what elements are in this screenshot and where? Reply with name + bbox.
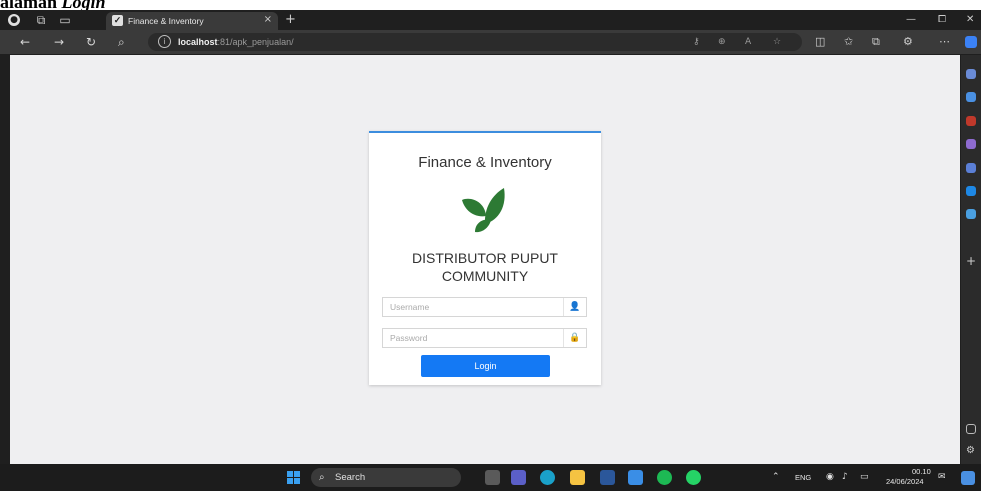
split-screen-icon[interactable]: ◫	[815, 35, 825, 49]
clock-date[interactable]: 24/06/2024	[886, 477, 924, 487]
app-title: Finance & Inventory	[418, 154, 552, 171]
sidebar-settings-icon[interactable]: ⚙	[966, 446, 976, 456]
windows-start-icon[interactable]	[287, 471, 300, 484]
browser-toolbar: ← → ↻ ⌕ i localhost:81/apk_penjualan/ ⚷ …	[0, 30, 981, 54]
taskview-icon[interactable]	[485, 470, 500, 485]
volume-icon[interactable]: ♪	[842, 472, 848, 483]
edge-sidebar: + ⚙	[961, 55, 981, 464]
restore-icon[interactable]: ⧠	[938, 13, 946, 27]
search-icon[interactable]: ⌕	[118, 35, 125, 49]
tab-actions-icon[interactable]: ▭	[58, 13, 72, 27]
site-info-icon[interactable]: i	[158, 35, 171, 48]
sidebar-search-icon[interactable]	[966, 69, 976, 79]
browser-tab-active[interactable]: ✓ Finance & Inventory ×	[106, 12, 278, 30]
user-icon: 👤	[563, 298, 586, 316]
key-icon[interactable]: ⚷	[693, 36, 700, 48]
sidebar-add-icon[interactable]: +	[966, 255, 976, 267]
sidebar-office-icon[interactable]	[966, 163, 976, 173]
zoom-icon[interactable]: ⊕	[718, 36, 726, 48]
browser-tab-bar: ● ⧉ ▭ ✓ Finance & Inventory × + — ⧠ ✕	[0, 10, 981, 30]
tab-favicon-icon: ✓	[112, 15, 123, 26]
address-bar[interactable]: i localhost:81/apk_penjualan/ ⚷ ⊕ A ☆	[148, 33, 802, 51]
document-heading-italic: Login	[61, 0, 106, 10]
word-icon[interactable]	[600, 470, 615, 485]
company-name-line2: COMMUNITY	[441, 268, 529, 284]
collections-icon[interactable]: ⧉	[872, 35, 880, 49]
edge-icon[interactable]	[540, 470, 555, 485]
extensions-icon[interactable]: ⚙	[903, 35, 913, 49]
sidebar-games-icon[interactable]	[966, 139, 976, 149]
company-name-line1: DISTRIBUTOR PUPUT	[412, 250, 558, 266]
username-field[interactable]: 👤	[382, 297, 587, 317]
document-heading: alaman Login	[0, 0, 106, 10]
login-card: Finance & Inventory DISTRIBUTOR PUPUT CO…	[369, 131, 601, 385]
profile-icon[interactable]: ●	[8, 14, 20, 26]
username-input[interactable]	[383, 298, 565, 316]
battery-icon[interactable]: ▭	[860, 472, 869, 483]
notification-icon[interactable]: ✉	[938, 472, 946, 483]
minimize-icon[interactable]: —	[906, 13, 916, 27]
tray-overflow-icon[interactable]: ⌃	[772, 472, 780, 483]
copilot-icon[interactable]	[965, 36, 977, 48]
tab-close-icon[interactable]: ×	[264, 14, 272, 26]
language-indicator[interactable]: ENG	[795, 473, 811, 483]
windows-taskbar: ⌕ Search ⌃ ENG ◉ ♪ ▭ 00.10 24/06/2024 ✉	[0, 464, 981, 491]
copilot-taskbar-icon[interactable]	[961, 471, 975, 485]
taskbar-search[interactable]: ⌕ Search	[311, 468, 461, 487]
favorite-star-icon[interactable]: ☆	[773, 36, 781, 48]
clock-time[interactable]: 00.10	[912, 467, 931, 477]
spotify-icon[interactable]	[657, 470, 672, 485]
read-aloud-icon[interactable]: A	[745, 36, 751, 48]
lock-icon: 🔒	[563, 329, 586, 347]
screenshot-frame: ● ⧉ ▭ ✓ Finance & Inventory × + — ⧠ ✕ ← …	[0, 10, 981, 491]
page-viewport: Finance & Inventory DISTRIBUTOR PUPUT CO…	[10, 55, 960, 464]
sidebar-send-icon[interactable]	[966, 209, 976, 219]
store-icon[interactable]	[628, 470, 643, 485]
file-explorer-icon[interactable]	[570, 470, 585, 485]
password-input[interactable]	[383, 329, 565, 347]
workspaces-icon[interactable]: ⧉	[34, 13, 48, 27]
taskbar-search-label: Search	[335, 472, 366, 483]
sidebar-hide-icon[interactable]	[966, 424, 976, 434]
whatsapp-icon[interactable]	[686, 470, 701, 485]
favorites-icon[interactable]: ✩	[844, 35, 853, 49]
sidebar-tools-icon[interactable]	[966, 116, 976, 126]
leaf-logo-icon	[462, 188, 505, 233]
new-tab-button[interactable]: +	[285, 12, 296, 28]
company-name: DISTRIBUTOR PUPUT COMMUNITY	[369, 249, 601, 285]
tab-title: Finance & Inventory	[128, 16, 204, 26]
teams-icon[interactable]	[511, 470, 526, 485]
forward-icon[interactable]: →	[54, 35, 64, 49]
refresh-icon[interactable]: ↻	[86, 35, 96, 49]
more-icon[interactable]: ⋯	[939, 35, 950, 49]
taskbar-search-icon: ⌕	[319, 472, 325, 483]
sidebar-shopping-icon[interactable]	[966, 92, 976, 102]
login-button[interactable]: Login	[421, 355, 550, 377]
back-icon[interactable]: ←	[20, 35, 30, 49]
sidebar-outlook-icon[interactable]	[966, 186, 976, 196]
wifi-icon[interactable]: ◉	[826, 472, 834, 483]
password-field[interactable]: 🔒	[382, 328, 587, 348]
url-text[interactable]: localhost:81/apk_penjualan/	[178, 36, 294, 48]
close-window-icon[interactable]: ✕	[966, 13, 974, 27]
